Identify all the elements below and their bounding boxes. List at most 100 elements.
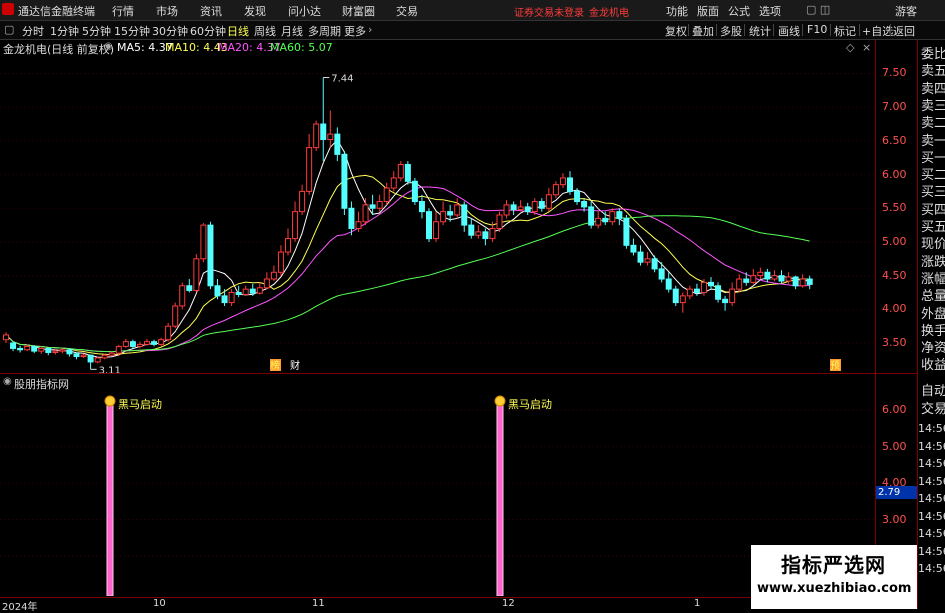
menu-xuanxiang[interactable]: 选项 [759, 3, 781, 19]
toolbar-add-watchlist[interactable]: +自选 [862, 23, 893, 39]
quote-field-label: 现价 [921, 237, 945, 253]
candle-up [397, 163, 404, 179]
candle-down [616, 211, 623, 219]
candle-down [249, 288, 256, 294]
candle-down [447, 211, 454, 216]
tick-time: 14:56 [918, 439, 945, 453]
quote-field-label: 涨幅 [921, 271, 945, 287]
panel-toggle-icon[interactable]: ▢ [4, 23, 14, 36]
period-fenshi[interactable]: 分时 [22, 23, 44, 39]
toolbar-diejia[interactable]: 叠加 [692, 23, 714, 39]
menu-caifuquan[interactable]: 财富圈 [342, 3, 375, 19]
menu-hangqing[interactable]: 行情 [112, 3, 134, 19]
candle-up [644, 258, 651, 263]
candle-down [623, 217, 630, 246]
quote-field-label: 卖二 [921, 116, 945, 132]
quote-field-label: 买四 [921, 202, 945, 218]
toolbar-divider [890, 24, 891, 36]
ma-settings-icon[interactable]: ◉ [104, 41, 113, 52]
period-60min[interactable]: 60分钟 [190, 23, 226, 39]
candle-down [461, 204, 468, 226]
watermark-title: 指标严选网 [781, 553, 886, 577]
menu-zixun[interactable]: 资讯 [200, 3, 222, 19]
indicator-chart[interactable]: 黑马启动 黑马启动 [0, 374, 875, 597]
candle-down [806, 278, 813, 285]
kline-chart-svg[interactable]: 7.443.11 榜财预 [0, 40, 875, 376]
candle-up [228, 292, 235, 304]
menu-faxian[interactable]: 发现 [244, 3, 266, 19]
window-controls-icon[interactable]: ▢ ◫ [806, 3, 830, 16]
toolbar-back[interactable]: 返回 [893, 23, 915, 39]
candle-down [574, 190, 581, 203]
period-multi[interactable]: 多周期 [308, 23, 341, 39]
candle-down [207, 224, 214, 287]
tick-time: 14:56 [918, 562, 945, 575]
candle-down [708, 281, 714, 287]
menu-gongneng[interactable]: 功能 [666, 3, 688, 19]
toolbar-fuquan[interactable]: 复权 [665, 23, 687, 39]
candle-down [637, 251, 644, 263]
candle-down [658, 268, 665, 280]
candle-up [531, 201, 538, 213]
signal-label: 黑马启动 [508, 398, 552, 411]
period-monthly[interactable]: 月线 [281, 23, 303, 39]
sub-tick-label: 5.00 [882, 439, 907, 453]
candle-up [700, 281, 707, 294]
toolbar-biaoji[interactable]: 标记 [834, 23, 856, 39]
candle-up [94, 357, 101, 363]
candle-down [482, 231, 489, 240]
menu-guest[interactable]: 游客 [895, 3, 917, 19]
period-15min[interactable]: 15分钟 [114, 23, 150, 39]
toolbar-huaxian[interactable]: 画线 [778, 23, 800, 39]
login-status[interactable]: 证券交易未登录 [514, 4, 584, 19]
indicator-name: 股朋指标网 [14, 378, 69, 391]
candle-up [108, 352, 115, 356]
candle-up [679, 295, 686, 304]
candle-down [510, 204, 517, 211]
kline-chart[interactable]: 7.44 3.11 榜财预 [0, 40, 875, 376]
toolbar-duogu[interactable]: 多股 [720, 23, 742, 39]
date-label: 12 [502, 598, 515, 609]
menu-banmian[interactable]: 版面 [697, 3, 719, 19]
indicator-chart-svg[interactable]: 黑马启动 黑马启动 [0, 374, 875, 597]
period-30min[interactable]: 30分钟 [152, 23, 188, 39]
tick-time: 14:56 [918, 509, 945, 523]
candle-up [179, 285, 186, 307]
menu-shichang[interactable]: 市场 [156, 3, 178, 19]
period-more[interactable]: 更多 [344, 23, 366, 39]
quote-field-label: 卖三 [921, 98, 945, 114]
period-1min[interactable]: 1分钟 [50, 23, 79, 39]
diamond-icon[interactable]: ◇ [846, 41, 854, 54]
date-label: 11 [312, 598, 325, 609]
menu-gongshi[interactable]: 公式 [728, 3, 750, 19]
price-tick-label: 6.50 [882, 133, 907, 147]
candle-down [651, 258, 658, 270]
candle-up [242, 288, 249, 296]
toolbar-f10[interactable]: F10 [807, 23, 827, 36]
more-chevron-icon[interactable]: › [368, 23, 372, 36]
close-icon[interactable]: × [862, 41, 871, 54]
toolbar-tongji[interactable]: 统计 [749, 23, 771, 39]
candle-up [193, 258, 200, 291]
period-daily[interactable]: 日线 [227, 23, 249, 39]
candle-down [567, 177, 573, 192]
candle-up [686, 288, 693, 297]
date-label: 1 [694, 598, 701, 609]
candle-down [87, 354, 94, 363]
period-weekly[interactable]: 周线 [254, 23, 276, 39]
candle-up [270, 271, 277, 280]
candle-down [235, 292, 242, 296]
candle-down [693, 288, 700, 293]
menu-wenxiaoda[interactable]: 问小达 [288, 3, 321, 19]
quote-field-label: 买五 [921, 220, 945, 235]
period-5min[interactable]: 5分钟 [82, 23, 111, 39]
menu-jiaoyi[interactable]: 交易 [396, 3, 418, 19]
candle-up [771, 275, 778, 280]
quote-panel: 委比 卖五 卖四 卖三 卖二 卖一 买一 买二 买三 买四 买五 现价 涨跌 涨幅 总量 外盘 换手 净资 收益 自动… [917, 40, 945, 609]
candle-down [468, 224, 475, 236]
date-label: 10 [153, 598, 166, 609]
app-title: 通达信金融终端 [18, 5, 95, 18]
tick-time: 14:56 [918, 474, 945, 488]
watermark: 指标严选网 www.xuezhibiao.com [751, 545, 917, 609]
indicator-settings-icon[interactable]: ◉ [3, 376, 12, 387]
